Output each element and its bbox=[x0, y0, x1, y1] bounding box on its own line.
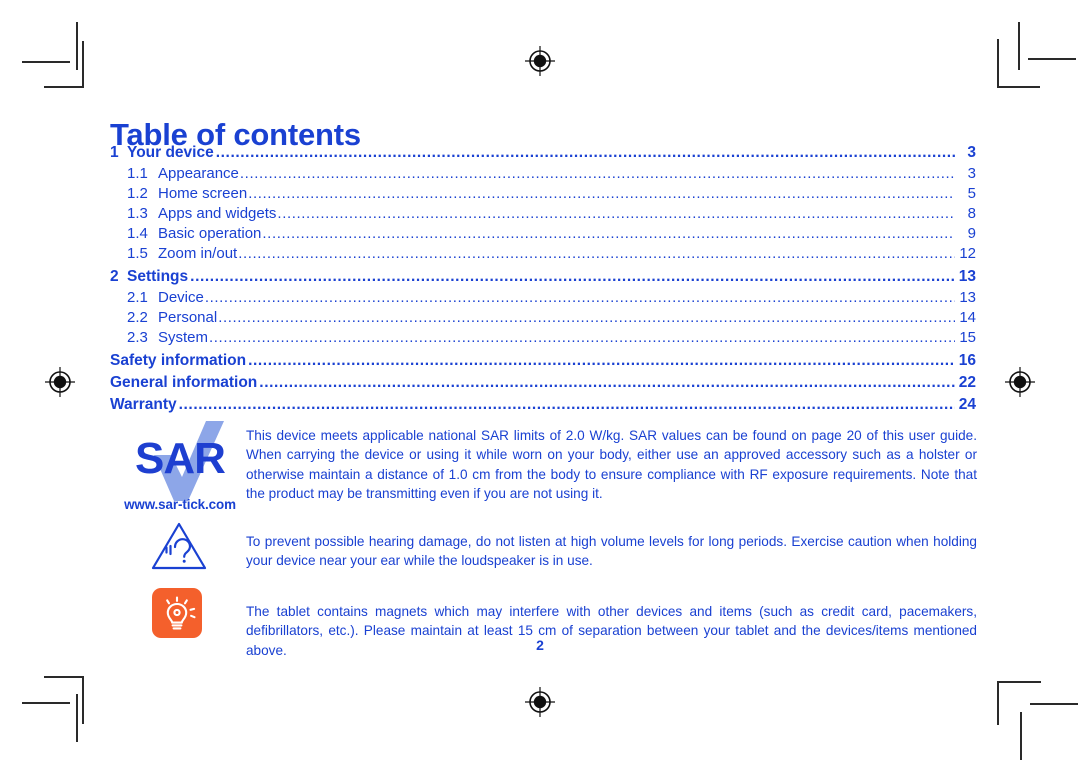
toc-leader-dots bbox=[218, 310, 955, 325]
toc-entry-number: 2.3 bbox=[127, 329, 148, 346]
toc-entry-number: 1.2 bbox=[127, 185, 148, 202]
toc-entry[interactable]: 2.1 Device 13 bbox=[110, 288, 976, 308]
toc-entry-number: 1.5 bbox=[127, 245, 148, 262]
toc-leader-dots bbox=[209, 330, 955, 345]
toc-entry[interactable]: Warranty 24 bbox=[110, 394, 976, 415]
toc-entry[interactable]: 1 Your device 3 bbox=[110, 142, 976, 163]
ear-warning-triangle-icon bbox=[150, 520, 208, 572]
toc-entry[interactable]: 2 Settings 13 bbox=[110, 266, 976, 287]
sar-tick-url: www.sar-tick.com bbox=[124, 497, 236, 512]
toc-leader-dots bbox=[205, 290, 955, 305]
toc-entry-page-number: 13 bbox=[959, 289, 976, 306]
toc-entry[interactable]: General information 22 bbox=[110, 372, 976, 393]
toc-leader-dots bbox=[179, 397, 955, 413]
toc-entry[interactable]: 1.3 Apps and widgets 8 bbox=[110, 204, 976, 224]
toc-entry-page-number: 3 bbox=[967, 144, 976, 161]
toc-entry-label: Personal bbox=[158, 309, 218, 326]
toc-entry-page-number: 14 bbox=[959, 309, 976, 326]
sar-tick-logo: SAR bbox=[118, 415, 242, 510]
table-of-contents: 1 Your device 3 1.1 Appearance 3 1.2 Home scree… bbox=[110, 142, 976, 416]
toc-leader-dots bbox=[259, 375, 955, 391]
toc-entry-number: 1.1 bbox=[127, 165, 148, 182]
toc-entry-page-number: 12 bbox=[959, 245, 976, 262]
toc-entry-label: Settings bbox=[127, 268, 189, 285]
document-page: Table of contents 1Your device31.1Appear… bbox=[0, 0, 1080, 764]
toc-entry-number: 2 bbox=[110, 268, 119, 285]
toc-entry-page-number: 22 bbox=[958, 374, 976, 391]
toc-leader-dots bbox=[262, 226, 955, 241]
toc-entry-page-number: 13 bbox=[958, 268, 976, 285]
toc-entry-page-number: 9 bbox=[967, 225, 976, 242]
toc-entry[interactable]: 1.2 Home screen 5 bbox=[110, 184, 976, 204]
toc-entry[interactable]: 2.2 Personal 14 bbox=[110, 308, 976, 328]
toc-entry[interactable]: 1.5 Zoom in/out 12 bbox=[110, 244, 976, 264]
toc-entry-page-number: 16 bbox=[958, 352, 976, 369]
page-number: 2 bbox=[536, 637, 544, 653]
toc-entry-label: Home screen bbox=[158, 185, 248, 202]
toc-entry-page-number: 5 bbox=[967, 185, 976, 202]
sar-notice-text: This device meets applicable national SA… bbox=[246, 427, 977, 502]
toc-entry-number: 2.2 bbox=[127, 309, 148, 326]
toc-leader-dots bbox=[248, 353, 955, 369]
toc-leader-dots bbox=[238, 246, 955, 261]
toc-entry-label: Safety information bbox=[110, 352, 247, 369]
toc-entry-label: General information bbox=[110, 374, 258, 391]
svg-text:SAR: SAR bbox=[135, 434, 225, 483]
toc-entry[interactable]: 1.4 Basic operation 9 bbox=[110, 224, 976, 244]
toc-entry-label: Apps and widgets bbox=[158, 205, 277, 222]
toc-entry-page-number: 8 bbox=[967, 205, 976, 222]
toc-entry-label: Appearance bbox=[158, 165, 239, 182]
toc-entry-label: Warranty bbox=[110, 396, 177, 413]
toc-entry-label: Zoom in/out bbox=[158, 245, 238, 262]
toc-entry-number: 1.3 bbox=[127, 205, 148, 222]
hearing-notice-text: To prevent possible hearing damage, do n… bbox=[246, 533, 977, 569]
toc-entry-page-number: 3 bbox=[967, 165, 976, 182]
toc-entry-page-number: 24 bbox=[958, 396, 976, 413]
lightbulb-tip-icon bbox=[152, 588, 202, 638]
toc-entry-label: Basic operation bbox=[158, 225, 262, 242]
toc-leader-dots bbox=[216, 145, 955, 161]
toc-entry-label: Device bbox=[158, 289, 204, 306]
toc-entry[interactable]: Safety information 16 bbox=[110, 350, 976, 371]
toc-entry-label: Your device bbox=[127, 144, 214, 161]
toc-entry-number: 1 bbox=[110, 144, 119, 161]
toc-leader-dots bbox=[190, 269, 955, 285]
toc-entry[interactable]: 1.1 Appearance 3 bbox=[110, 164, 976, 184]
toc-entry[interactable]: 2.3 System 15 bbox=[110, 328, 976, 348]
toc-leader-dots bbox=[277, 206, 955, 221]
toc-entry-page-number: 15 bbox=[959, 329, 976, 346]
toc-entry-label: System bbox=[158, 329, 209, 346]
toc-leader-dots bbox=[248, 186, 955, 201]
toc-entry-number: 2.1 bbox=[127, 289, 148, 306]
toc-leader-dots bbox=[240, 166, 955, 181]
toc-entry-number: 1.4 bbox=[127, 225, 148, 242]
